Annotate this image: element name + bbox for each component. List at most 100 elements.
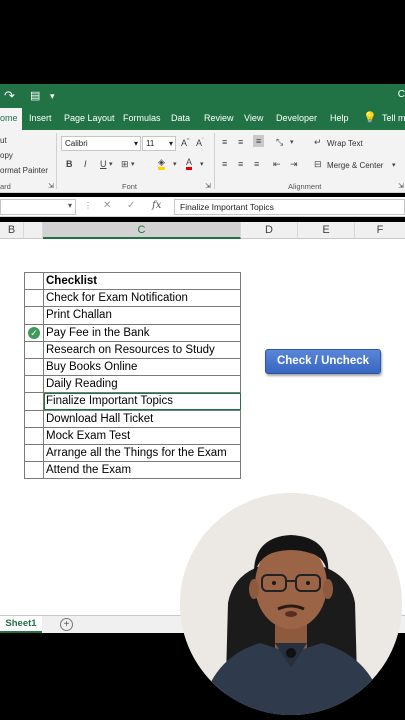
checkbox-cell[interactable] bbox=[24, 392, 44, 411]
font-name-select[interactable]: Calibri ▾ bbox=[61, 136, 141, 151]
decrease-indent-icon[interactable]: ⇤ bbox=[273, 159, 281, 170]
italic-button[interactable]: I bbox=[84, 159, 87, 169]
column-header-e[interactable]: E bbox=[298, 222, 355, 239]
title-bar: ↷ ▤ ▾ C bbox=[0, 84, 405, 108]
wrap-text-button[interactable]: Wrap Text bbox=[327, 139, 363, 148]
redo-icon[interactable]: ↷ bbox=[4, 88, 15, 104]
dialog-launcher-icon[interactable]: ⇲ bbox=[48, 182, 54, 190]
align-left-icon[interactable]: ≡ bbox=[222, 159, 227, 169]
fill-color-icon[interactable]: ◈ bbox=[158, 157, 165, 170]
checkbox-cell[interactable]: ✓ bbox=[24, 323, 44, 342]
checklist-item[interactable]: Check for Exam Notification bbox=[43, 289, 241, 308]
video-frame: ↷ ▤ ▾ C ome Insert Page Layout Formulas … bbox=[0, 0, 405, 720]
checklist-item[interactable]: Arrange all the Things for the Exam bbox=[43, 443, 241, 463]
orientation-icon[interactable]: ⤡ bbox=[276, 137, 283, 148]
name-box[interactable]: ▾ bbox=[0, 199, 76, 215]
table-row: Buy Books Online bbox=[24, 357, 241, 377]
sheet-tab-sheet1[interactable]: Sheet1 bbox=[0, 616, 42, 633]
cancel-icon[interactable]: ✕ bbox=[103, 200, 111, 211]
increase-font-icon[interactable]: A^ bbox=[181, 138, 189, 148]
checklist-item[interactable]: Print Challan bbox=[43, 306, 241, 325]
checkmark-icon: ✓ bbox=[28, 326, 40, 339]
enter-icon[interactable]: ✓ bbox=[127, 200, 135, 211]
column-header-d[interactable]: D bbox=[241, 222, 298, 239]
tab-developer[interactable]: Developer bbox=[276, 113, 317, 123]
decrease-font-icon[interactable]: Aˇ bbox=[196, 138, 204, 148]
table-row: Download Hall Ticket bbox=[24, 409, 241, 428]
checklist-item[interactable]: Finalize Important Topics bbox=[43, 392, 241, 411]
check-uncheck-button[interactable]: Check / Uncheck bbox=[265, 349, 381, 374]
dialog-launcher-icon[interactable]: ⇲ bbox=[398, 182, 404, 190]
checkbox-cell[interactable] bbox=[24, 409, 44, 428]
tab-home[interactable]: ome bbox=[0, 108, 22, 130]
bold-button[interactable]: B bbox=[66, 159, 73, 169]
font-color-icon[interactable]: A bbox=[186, 157, 193, 170]
checkbox-cell[interactable] bbox=[24, 375, 44, 394]
table-row: Mock Exam Test bbox=[24, 426, 241, 445]
checklist-item[interactable]: Mock Exam Test bbox=[43, 426, 241, 445]
tab-insert[interactable]: Insert bbox=[29, 113, 52, 123]
add-sheet-button[interactable]: + bbox=[60, 618, 73, 631]
column-headers: B C D E F bbox=[0, 222, 405, 239]
merge-center-button[interactable]: Merge & Center bbox=[327, 161, 383, 170]
table-row: Daily Reading bbox=[24, 375, 241, 394]
chevron-down-icon[interactable]: ▾ bbox=[109, 160, 113, 168]
checkbox-cell[interactable] bbox=[24, 357, 44, 377]
column-header-b[interactable]: B bbox=[0, 222, 24, 239]
merge-center-icon[interactable]: ⊟ bbox=[314, 159, 322, 170]
customize-qat-icon[interactable]: ▾ bbox=[50, 91, 55, 102]
checklist-item[interactable]: Pay Fee in the Bank bbox=[43, 323, 241, 342]
copy-button[interactable]: opy bbox=[0, 151, 13, 160]
checklist-item[interactable]: Buy Books Online bbox=[43, 357, 241, 377]
borders-icon[interactable]: ⊞ bbox=[121, 159, 129, 170]
chevron-down-icon[interactable]: ▾ bbox=[290, 138, 294, 146]
align-center-icon[interactable]: ≡ bbox=[238, 159, 243, 169]
form-icon[interactable]: ▤ bbox=[30, 89, 40, 102]
tab-review[interactable]: Review bbox=[204, 113, 234, 123]
checkbox-cell[interactable] bbox=[24, 306, 44, 325]
checklist-item[interactable]: Download Hall Ticket bbox=[43, 409, 241, 428]
checklist-item[interactable]: Daily Reading bbox=[43, 375, 241, 394]
tab-page-layout[interactable]: Page Layout bbox=[64, 113, 115, 123]
checklist-table: Checklist Check for Exam Notification Pri… bbox=[24, 271, 241, 480]
checkbox-cell[interactable] bbox=[24, 461, 44, 480]
insert-function-button[interactable]: fx bbox=[152, 200, 161, 211]
formula-input[interactable]: Finalize Important Topics bbox=[174, 199, 405, 215]
chevron-down-icon[interactable]: ▾ bbox=[392, 161, 396, 169]
checkbox-cell[interactable] bbox=[24, 340, 44, 359]
format-painter-button[interactable]: ormat Painter bbox=[0, 166, 48, 175]
chevron-down-icon[interactable]: ▾ bbox=[200, 160, 204, 168]
checklist-item[interactable]: Attend the Exam bbox=[43, 461, 241, 480]
tell-me-search[interactable]: Tell m bbox=[382, 113, 405, 123]
formula-bar: ▾ ⋮ ✕ ✓ fx Finalize Important Topics bbox=[0, 197, 405, 217]
checkbox-cell[interactable] bbox=[24, 426, 44, 445]
wrap-text-icon[interactable]: ↵ bbox=[314, 137, 322, 148]
chevron-down-icon: ▾ bbox=[168, 139, 173, 148]
align-top-icon[interactable]: ≡ bbox=[222, 137, 227, 147]
align-middle-icon[interactable]: ≡ bbox=[238, 137, 243, 147]
column-header-f[interactable]: F bbox=[355, 222, 405, 239]
tab-view[interactable]: View bbox=[244, 113, 263, 123]
clipboard-group-label: ard bbox=[0, 182, 11, 191]
tab-help[interactable]: Help bbox=[330, 113, 349, 123]
checklist-item[interactable]: Research on Resources to Study bbox=[43, 340, 241, 359]
tab-data[interactable]: Data bbox=[171, 113, 190, 123]
underline-button[interactable]: U bbox=[100, 159, 107, 169]
checkbox-cell[interactable] bbox=[24, 443, 44, 463]
separator bbox=[214, 133, 215, 189]
chevron-down-icon[interactable]: ▾ bbox=[173, 160, 177, 168]
column-header-blank[interactable] bbox=[24, 222, 43, 239]
increase-indent-icon[interactable]: ⇥ bbox=[290, 159, 298, 170]
tab-formulas[interactable]: Formulas bbox=[123, 113, 161, 123]
checkbox-cell[interactable] bbox=[24, 271, 44, 291]
align-bottom-icon[interactable]: ≡ bbox=[253, 135, 265, 147]
chevron-down-icon[interactable]: ▾ bbox=[131, 160, 135, 168]
font-size-select[interactable]: 11 ▾ bbox=[142, 136, 176, 151]
cut-button[interactable]: ut bbox=[0, 136, 7, 145]
column-header-c[interactable]: C bbox=[43, 222, 241, 239]
align-right-icon[interactable]: ≡ bbox=[254, 159, 259, 169]
dialog-launcher-icon[interactable]: ⇲ bbox=[205, 182, 211, 190]
checkbox-cell[interactable] bbox=[24, 289, 44, 308]
checklist-header[interactable]: Checklist bbox=[43, 271, 241, 291]
font-group-label: Font bbox=[122, 182, 138, 191]
